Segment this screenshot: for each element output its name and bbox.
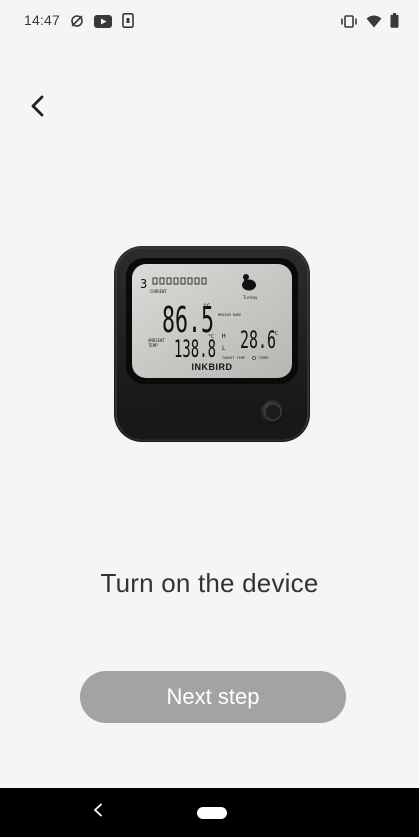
next-step-button[interactable]: Next step xyxy=(80,671,346,723)
status-right xyxy=(340,12,399,29)
instruction-text: Turn on the device xyxy=(100,568,319,598)
nav-back-icon xyxy=(93,803,103,822)
target-temp: 28.6 xyxy=(240,326,276,354)
ambient-unit: °C xyxy=(208,334,214,340)
device-image: 3 CURRENT Turkey 86.5 °C MEDIUM RARE AMB… xyxy=(110,244,310,444)
navigation-bar xyxy=(0,788,419,837)
vibrate-icon xyxy=(340,12,358,28)
low-label: L xyxy=(222,345,226,352)
status-time: 14:47 xyxy=(24,11,61,28)
timer-label: TIMER xyxy=(258,356,269,360)
wifi-icon xyxy=(366,12,382,28)
target-unit: °C xyxy=(272,331,278,337)
ambient-label-2: TEMP xyxy=(148,343,158,348)
status-bar: 14:47 xyxy=(0,0,419,40)
back-button[interactable] xyxy=(20,90,56,126)
food-label: Turkey xyxy=(243,295,258,300)
thermometer-device-illustration: 3 CURRENT Turkey 86.5 °C MEDIUM RARE AMB… xyxy=(114,246,310,442)
sync-off-icon xyxy=(70,12,84,28)
chevron-left-icon xyxy=(30,95,46,122)
high-label: H xyxy=(222,333,226,340)
medium-rare-label: MEDIUM RARE xyxy=(218,313,241,317)
probe-number: 3 xyxy=(140,277,147,291)
nav-home-pill[interactable] xyxy=(197,807,227,819)
current-label: CURRENT xyxy=(150,289,167,294)
brand-logo: INKBIRD xyxy=(192,362,233,372)
status-left: 14:47 xyxy=(24,12,134,29)
target-temp-label: TARGET TEMP xyxy=(222,356,245,360)
device-info-icon xyxy=(122,12,134,29)
battery-icon xyxy=(390,12,399,29)
nav-back-button[interactable] xyxy=(88,802,108,822)
youtube-icon xyxy=(94,12,113,28)
current-unit: °C xyxy=(203,303,211,310)
